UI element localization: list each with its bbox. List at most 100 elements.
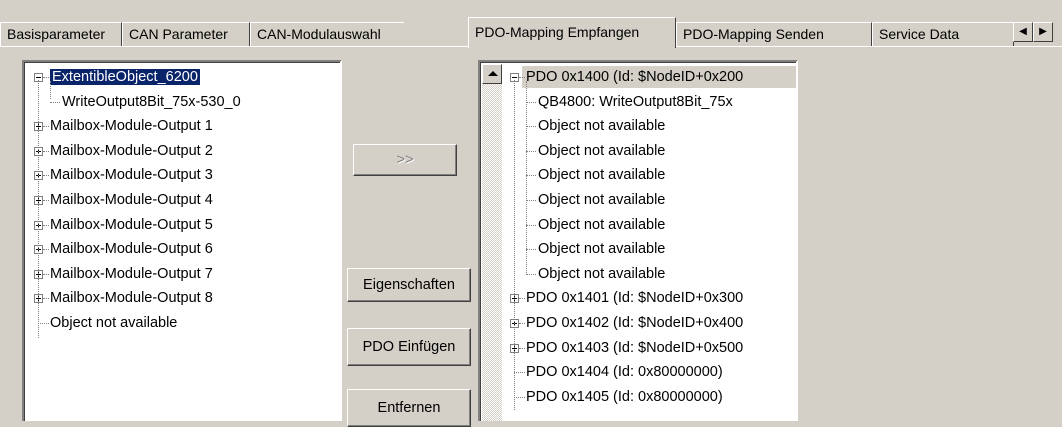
tree-guide-line — [514, 80, 515, 410]
tab-can-modulauswahl[interactable]: CAN-Modulauswahl — [250, 22, 404, 46]
tree-item-label: PDO 0x1404 (Id: 0x80000000) — [526, 364, 723, 381]
tree-connector — [519, 77, 525, 78]
tree-item[interactable]: Mailbox-Module-Output 3 — [50, 164, 213, 186]
tree-item[interactable]: Mailbox-Module-Output 5 — [50, 214, 213, 236]
tree-item-label: Mailbox-Module-Output 8 — [50, 290, 213, 307]
tree-item-label: PDO 0x1405 (Id: 0x80000000) — [526, 388, 723, 405]
tree-child-item[interactable]: WriteOutput8Bit_75x-530_0 — [62, 91, 241, 113]
tree-child-item[interactable]: Object not available — [538, 189, 665, 211]
tree-connector — [43, 126, 49, 128]
tab-pdo-mapping-empfangen[interactable]: PDO-Mapping Empfangen — [468, 17, 676, 48]
tree-connector — [43, 298, 49, 300]
tree-item-label: PDO 0x1401 (Id: $NodeID+0x300 — [526, 290, 744, 307]
vertical-scrollbar[interactable] — [482, 64, 502, 421]
tree-item-label: Mailbox-Module-Output 7 — [50, 265, 213, 282]
tree-connector — [514, 396, 525, 398]
tree-connector — [43, 200, 49, 201]
add-mapping-button[interactable]: >> — [353, 144, 457, 176]
tree-guide-line — [38, 80, 39, 338]
tree-connector — [526, 175, 536, 177]
tree-connector — [526, 150, 536, 152]
tree-item[interactable]: PDO 0x1400 (Id: $NodeID+0x200 — [526, 66, 743, 88]
tree-item-label: WriteOutput8Bit_75x-530_0 — [62, 93, 241, 110]
tab-label: Service Data — [879, 26, 960, 42]
tree-item-label: PDO 0x1402 (Id: $NodeID+0x400 — [526, 315, 744, 331]
tab-label: PDO-Mapping Empfangen — [475, 24, 640, 40]
properties-button[interactable]: Eigenschaften — [347, 268, 471, 302]
tree-item-label: ExtentibleObject_6200 — [49, 68, 201, 86]
insert-pdo-label: PDO Einfügen — [362, 339, 456, 355]
arrow-left-icon[interactable]: ◀ — [1013, 22, 1033, 42]
tree-connector — [526, 126, 536, 128]
tab-label: PDO-Mapping Senden — [683, 26, 824, 42]
tree-connector — [526, 101, 536, 103]
tree-item-label: Object not available — [538, 142, 666, 159]
tree-child-item[interactable]: Object not available — [538, 115, 665, 137]
tree-item[interactable]: Mailbox-Module-Output 8 — [50, 287, 213, 309]
tab-label: CAN Parameter — [129, 26, 228, 42]
tree-connector — [50, 101, 60, 103]
tree-item-label: Mailbox-Module-Output 1 — [50, 118, 213, 135]
pdo-mapping-tree[interactable]: PDO 0x1400 (Id: $NodeID+0x200 QB4800: Wri… — [478, 60, 798, 421]
tree-item[interactable]: PDO 0x1402 (Id: $NodeID+0x400 — [526, 312, 743, 334]
tree-item[interactable]: Mailbox-Module-Output 7 — [50, 263, 213, 285]
tree-item-label: Mailbox-Module-Output 3 — [50, 167, 213, 184]
tree-item[interactable]: Mailbox-Module-Output 2 — [50, 140, 213, 162]
tree-connector — [43, 224, 49, 226]
tree-item-label: Object not available — [538, 118, 666, 135]
tree-connector — [519, 347, 525, 349]
tree-item-label: Object not available — [538, 241, 666, 258]
scroll-up-button[interactable] — [482, 64, 502, 84]
tree-item[interactable]: Mailbox-Module-Output 4 — [50, 189, 213, 211]
tree-item[interactable]: Object not available — [50, 312, 177, 334]
scrollbar-track[interactable] — [482, 84, 502, 421]
tree-guide-line — [526, 81, 527, 275]
tree-connector — [43, 175, 49, 177]
tree-connector — [519, 323, 525, 324]
tree-connector — [526, 224, 536, 226]
tree-connector — [526, 273, 536, 275]
insert-pdo-button[interactable]: PDO Einfügen — [347, 328, 471, 366]
tree-item[interactable]: PDO 0x1403 (Id: $NodeID+0x500 — [526, 337, 743, 359]
remove-label: Entfernen — [377, 400, 441, 416]
tree-item[interactable]: PDO 0x1405 (Id: 0x80000000) — [526, 386, 723, 408]
tree-item[interactable]: PDO 0x1404 (Id: 0x80000000) — [526, 361, 723, 383]
tree-child-item[interactable]: Object not available — [538, 140, 665, 162]
tab-basisparameter[interactable]: Basisparameter — [0, 22, 122, 46]
tree-item-label: Mailbox-Module-Output 5 — [50, 216, 213, 233]
tab-service-data[interactable]: Service Data — [872, 22, 1014, 46]
tab-strip: Basisparameter CAN Parameter CAN-Modulau… — [0, 0, 1062, 50]
tree-child-item[interactable]: Object not available — [538, 263, 665, 285]
tree-item[interactable]: PDO 0x1401 (Id: $NodeID+0x300 — [526, 287, 743, 309]
tree-item-label: Object not available — [538, 192, 666, 208]
tree-connector — [43, 77, 49, 78]
tree-item-label: Mailbox-Module-Output 4 — [50, 192, 213, 208]
tree-child-item[interactable]: QB4800: WriteOutput8Bit_75x — [538, 91, 733, 113]
tree-connector — [43, 150, 49, 152]
tab-can-parameter[interactable]: CAN Parameter — [122, 22, 250, 46]
tree-item-label: Mailbox-Module-Output 6 — [50, 241, 213, 258]
remove-button[interactable]: Entfernen — [347, 389, 471, 427]
tree-connector — [526, 249, 536, 251]
tree-connector — [38, 323, 49, 324]
tree-child-item[interactable]: Object not available — [538, 164, 665, 186]
arrow-right-icon[interactable]: ▶ — [1033, 22, 1053, 42]
properties-label: Eigenschaften — [363, 277, 455, 293]
tree-child-item[interactable]: Object not available — [538, 238, 665, 260]
tree-child-item[interactable]: Object not available — [538, 214, 665, 236]
arrow-up-icon — [488, 71, 498, 76]
tree-item[interactable]: Mailbox-Module-Output 1 — [50, 115, 213, 137]
tree-item-label: Object not available — [538, 265, 666, 282]
tab-label: Basisparameter — [7, 26, 106, 42]
tree-connector — [43, 249, 49, 251]
tree-item-label: PDO 0x1400 (Id: $NodeID+0x200 — [526, 69, 744, 85]
tree-item-label: PDO 0x1403 (Id: $NodeID+0x500 — [526, 339, 744, 356]
tree-item[interactable]: ExtentibleObject_6200 — [49, 66, 201, 88]
source-object-tree[interactable]: ExtentibleObject_6200 WriteOutput8Bit_75x… — [22, 60, 342, 421]
tree-item-label: Mailbox-Module-Output 2 — [50, 142, 213, 159]
tree-item-label: QB4800: WriteOutput8Bit_75x — [538, 93, 733, 110]
tree-item[interactable]: Mailbox-Module-Output 6 — [50, 238, 213, 260]
tree-connector — [43, 273, 49, 275]
tab-pdo-mapping-senden[interactable]: PDO-Mapping Senden — [676, 22, 872, 46]
tree-connector — [519, 298, 525, 300]
